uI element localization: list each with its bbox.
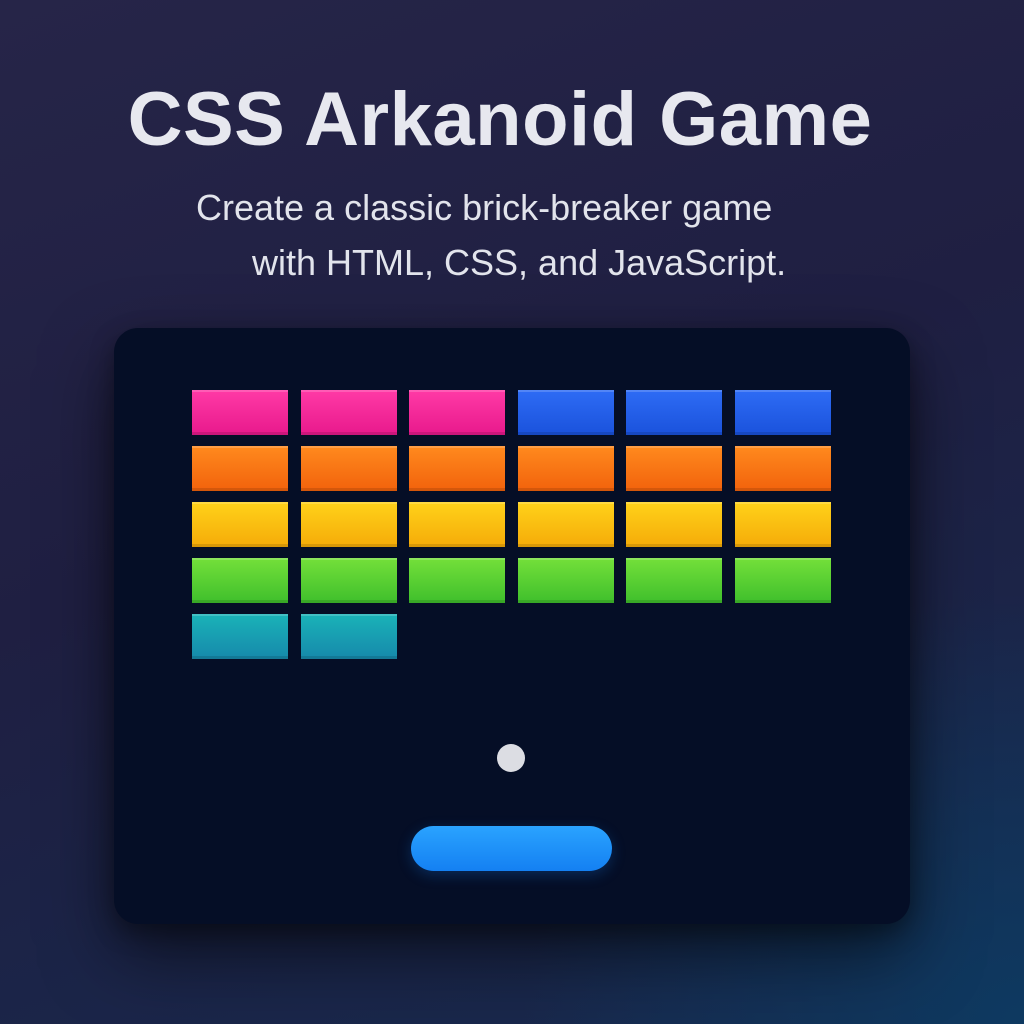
brick-orange	[301, 446, 397, 491]
page-title: CSS Arkanoid Game	[127, 77, 873, 162]
brick-yellow	[626, 502, 722, 547]
brick-green	[518, 558, 614, 603]
brick-yellow	[518, 502, 614, 547]
brick-green	[626, 558, 722, 603]
brick-yellow	[301, 502, 397, 547]
brick-orange	[735, 446, 831, 491]
brick-yellow	[192, 502, 288, 547]
brick-blue	[735, 390, 831, 435]
brick-yellow	[409, 502, 505, 547]
subtitle-line-2: with HTML, CSS, and JavaScript.	[252, 242, 787, 283]
brick-yellow	[735, 502, 831, 547]
brick-blue	[626, 390, 722, 435]
brick-orange	[518, 446, 614, 491]
brick-teal	[192, 614, 288, 659]
brick-pink	[409, 390, 505, 435]
brick-green	[192, 558, 288, 603]
brick-green	[735, 558, 831, 603]
brick-orange	[626, 446, 722, 491]
brick-green	[301, 558, 397, 603]
brick-orange	[409, 446, 505, 491]
brick-orange	[192, 446, 288, 491]
brick-pink	[192, 390, 288, 435]
brick-blue	[518, 390, 614, 435]
brick-teal	[301, 614, 397, 659]
game-board[interactable]	[114, 328, 910, 924]
paddle[interactable]	[411, 826, 612, 871]
ball	[497, 744, 525, 772]
brick-green	[409, 558, 505, 603]
subtitle-line-1: Create a classic brick-breaker game	[196, 187, 773, 228]
brick-pink	[301, 390, 397, 435]
